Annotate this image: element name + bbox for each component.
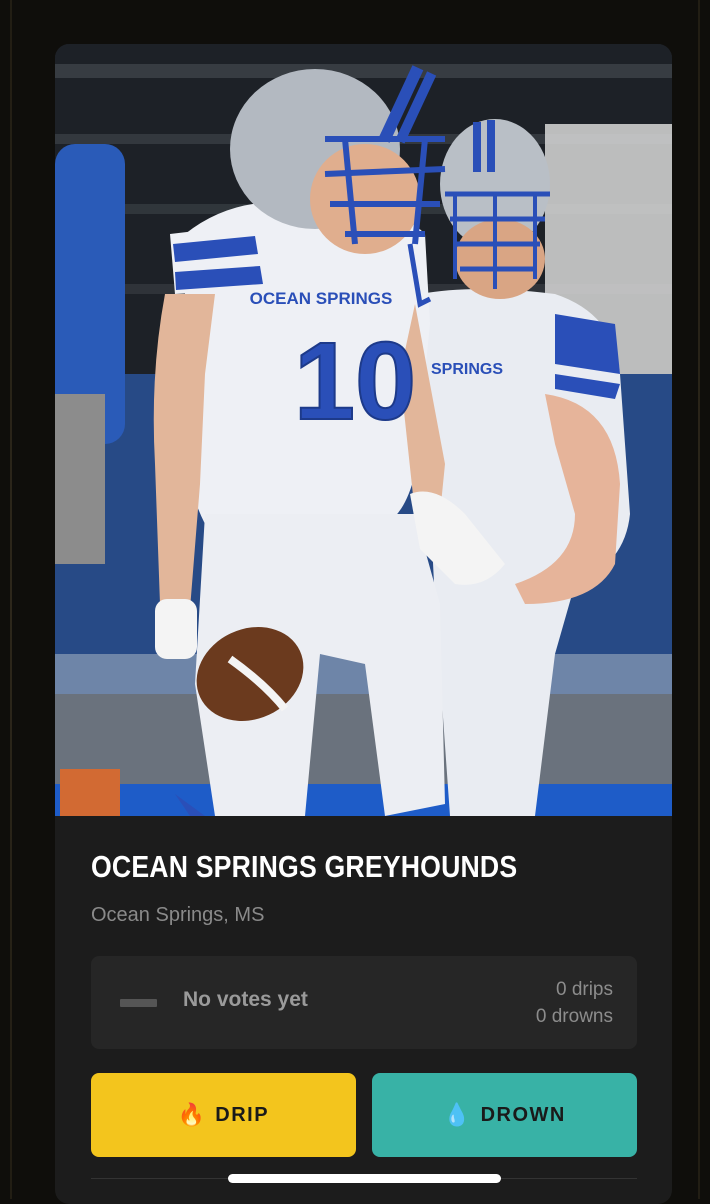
vote-counts: 0 drips 0 drowns (536, 976, 613, 1030)
drowns-count: 0 drowns (535, 1006, 613, 1027)
team-location: Ocean Springs, MS (91, 904, 265, 926)
jersey-number: 10 (294, 320, 416, 443)
team-name: OCEAN SPRINGS GREYHOUNDS (91, 849, 518, 884)
dash-icon (120, 999, 157, 1007)
fire-icon: 🔥 (177, 1102, 206, 1127)
votes-summary: No votes yet 0 drips 0 drowns (91, 956, 637, 1049)
drip-button[interactable]: 🔥 DRIP (91, 1073, 356, 1157)
jersey-front-text: OCEAN SPRINGS (250, 289, 393, 308)
background-accent-right (698, 0, 700, 1199)
background-accent-left (10, 0, 12, 1199)
drip-label: DRIP (215, 1103, 270, 1126)
team-photo: N SPRINGS OCEAN SPRINGS 10 (55, 44, 672, 816)
votes-status: No votes yet (183, 988, 308, 1011)
team-card: N SPRINGS OCEAN SPRINGS 10 OCEAN SPRINGS… (55, 44, 672, 1204)
drips-count: 0 drips (555, 979, 613, 1000)
droplet-icon: 💧 (443, 1102, 471, 1127)
drown-label: DROWN (480, 1103, 566, 1126)
home-indicator[interactable] (228, 1174, 501, 1183)
drown-button[interactable]: 💧 DROWN (372, 1073, 637, 1157)
team-info: OCEAN SPRINGS GREYHOUNDS Ocean Springs, … (55, 816, 672, 1204)
